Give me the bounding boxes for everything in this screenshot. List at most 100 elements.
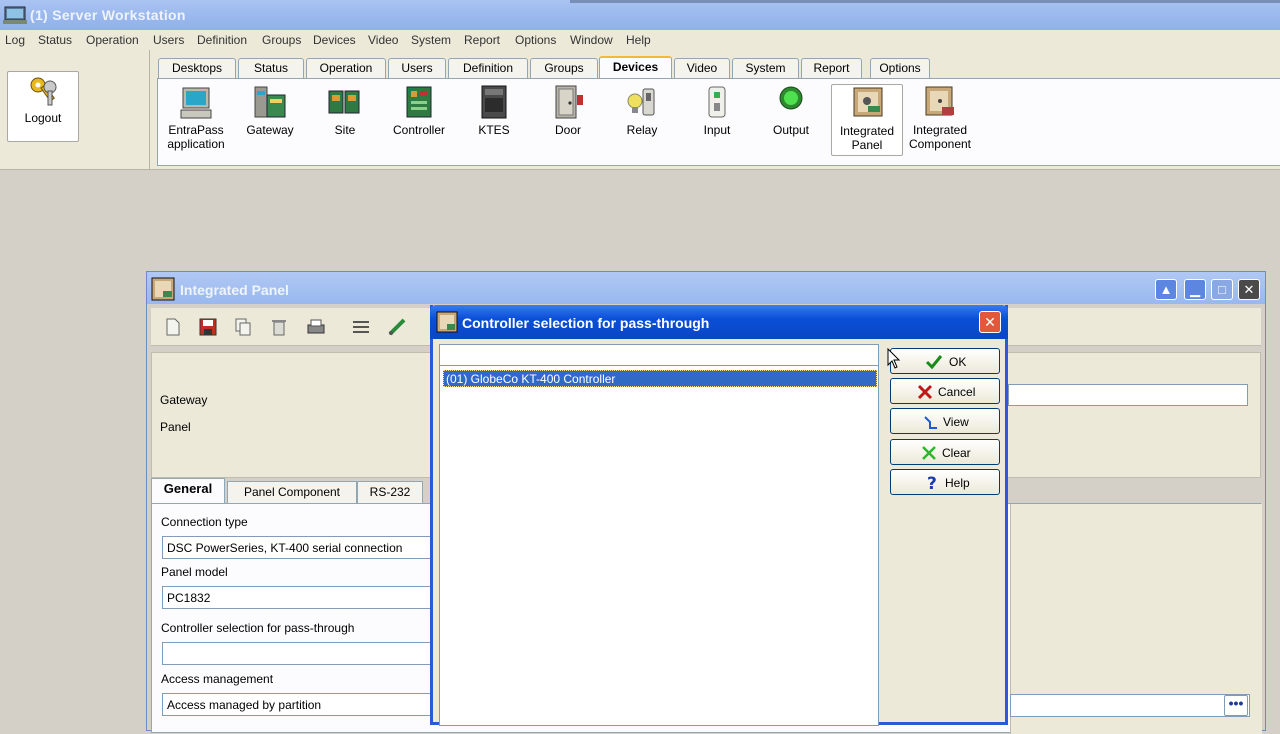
dialog-close-button[interactable]: ✕ [979,311,1001,333]
list-icon[interactable] [351,317,371,337]
menu-groups[interactable]: Groups [262,33,301,47]
delete-icon[interactable] [269,317,289,337]
tool-entrapass-application[interactable]: EntraPass application [160,79,232,161]
titlebar-divider [570,0,1280,3]
tool-gateway[interactable]: Gateway [234,79,306,161]
tool-door[interactable]: Door [532,79,604,161]
computer-icon [180,87,212,119]
app-title: (1) Server Workstation [30,7,186,23]
tab-desktops[interactable]: Desktops [158,58,236,79]
tab-definition[interactable]: Definition [448,58,528,79]
tool-label: Integrated [839,124,895,138]
tool-label: KTES [478,123,510,137]
ktes-icon [481,85,507,119]
tab-report[interactable]: Report [801,58,862,79]
integrated-component-icon [925,86,954,116]
view-button[interactable]: View [890,408,1000,434]
connection-type-label: Connection type [161,515,248,529]
tab-groups[interactable]: Groups [530,58,598,79]
access-right-field[interactable] [1010,694,1250,717]
tool-integrated-panel[interactable]: Integrated Panel [831,84,903,156]
tab-devices[interactable]: Devices [599,56,672,79]
tool-label: Controller [392,123,446,137]
dialog-title: Controller selection for pass-through [462,315,710,331]
connection-type-field[interactable]: DSC PowerSeries, KT-400 serial connectio… [162,536,432,559]
tab-rs-232[interactable]: RS-232 [357,481,423,503]
mouse-cursor-icon [887,348,901,369]
tool-output[interactable]: Output [755,79,827,161]
panel-label: Panel [160,420,191,434]
list-item[interactable]: (01) GlobeCo KT-400 Controller [443,370,877,387]
menu-options[interactable]: Options [515,33,556,47]
tab-video[interactable]: Video [674,58,730,79]
print-icon[interactable] [306,317,326,337]
tool-relay[interactable]: Relay [606,79,678,161]
gateway-icon [254,86,286,118]
menu-devices[interactable]: Devices [313,33,356,47]
access-management-label: Access management [161,672,274,686]
save-icon[interactable] [198,317,218,337]
gateway-field[interactable] [1008,384,1248,406]
tool-site[interactable]: Site [309,79,381,161]
controller-icon [406,86,432,118]
menu-window[interactable]: Window [570,33,613,47]
menu-system[interactable]: System [411,33,451,47]
tool-label: Gateway [246,123,294,137]
logout-label: Logout [24,111,62,125]
controller-selection-label: Controller selection for pass-through [161,621,355,635]
tool-controller[interactable]: Controller [383,79,455,161]
maximize-button[interactable]: □ [1211,279,1233,300]
input-icon [708,86,726,118]
tab-options[interactable]: Options [870,58,930,79]
browse-button[interactable]: ••• [1224,695,1248,716]
menu-users[interactable]: Users [153,33,184,47]
ok-button[interactable]: OK [890,348,1000,374]
x-icon [917,384,933,400]
site-icon [328,90,360,114]
cancel-button[interactable]: Cancel [890,378,1000,404]
tool-integrated-component[interactable]: Integrated Component [904,79,976,161]
menu-video[interactable]: Video [368,33,398,47]
tab-users[interactable]: Users [388,58,446,79]
link-icon[interactable] [387,317,407,337]
menu-definition[interactable]: Definition [197,33,247,47]
new-icon[interactable] [163,317,183,337]
controller-selection-field[interactable] [162,642,432,665]
controller-list[interactable]: (01) GlobeCo KT-400 Controller [439,366,879,726]
app-titlebar: (1) Server Workstation [0,0,1280,30]
dialog-titlebar: Controller selection for pass-through ✕ [430,305,1008,339]
tool-label: Relay [626,123,658,137]
copy-icon[interactable] [233,317,253,337]
logout-button[interactable]: Logout [7,71,79,142]
dialog-search-input[interactable] [439,344,879,366]
access-management-field[interactable]: Access managed by partition [162,693,432,716]
help-button[interactable]: ? Help [890,469,1000,495]
tab-general[interactable]: General [151,478,225,504]
relay-icon [627,88,655,116]
help-up-button[interactable]: ▲ [1155,279,1177,300]
output-icon [779,86,803,110]
tool-input[interactable]: Input [681,79,753,161]
logout-panel: Logout [0,50,150,170]
tool-ktes[interactable]: KTES [458,79,530,161]
clear-button[interactable]: Clear [890,439,1000,465]
tab-operation[interactable]: Operation [306,58,386,79]
menu-report[interactable]: Report [464,33,500,47]
panel-model-field[interactable]: PC1832 [162,586,432,609]
tab-panel-component[interactable]: Panel Component [227,481,357,503]
door-icon [555,85,583,119]
minimize-button[interactable]: ▁ [1184,279,1206,300]
tool-label: Output [772,123,810,137]
view-icon [924,416,937,429]
menu-operation[interactable]: Operation [86,33,139,47]
dialog-panel-icon [436,311,458,333]
menu-help[interactable]: Help [626,33,651,47]
tool-label: Input [703,123,731,137]
menu-log[interactable]: Log [5,33,25,47]
tab-status[interactable]: Status [238,58,304,79]
window-close-button[interactable]: ✕ [1238,279,1260,300]
toolbar-area: Logout Desktops Status Operation Users D… [0,50,1280,170]
menu-status[interactable]: Status [38,33,72,47]
integrated-panel-icon [151,277,175,301]
tab-system[interactable]: System [732,58,799,79]
